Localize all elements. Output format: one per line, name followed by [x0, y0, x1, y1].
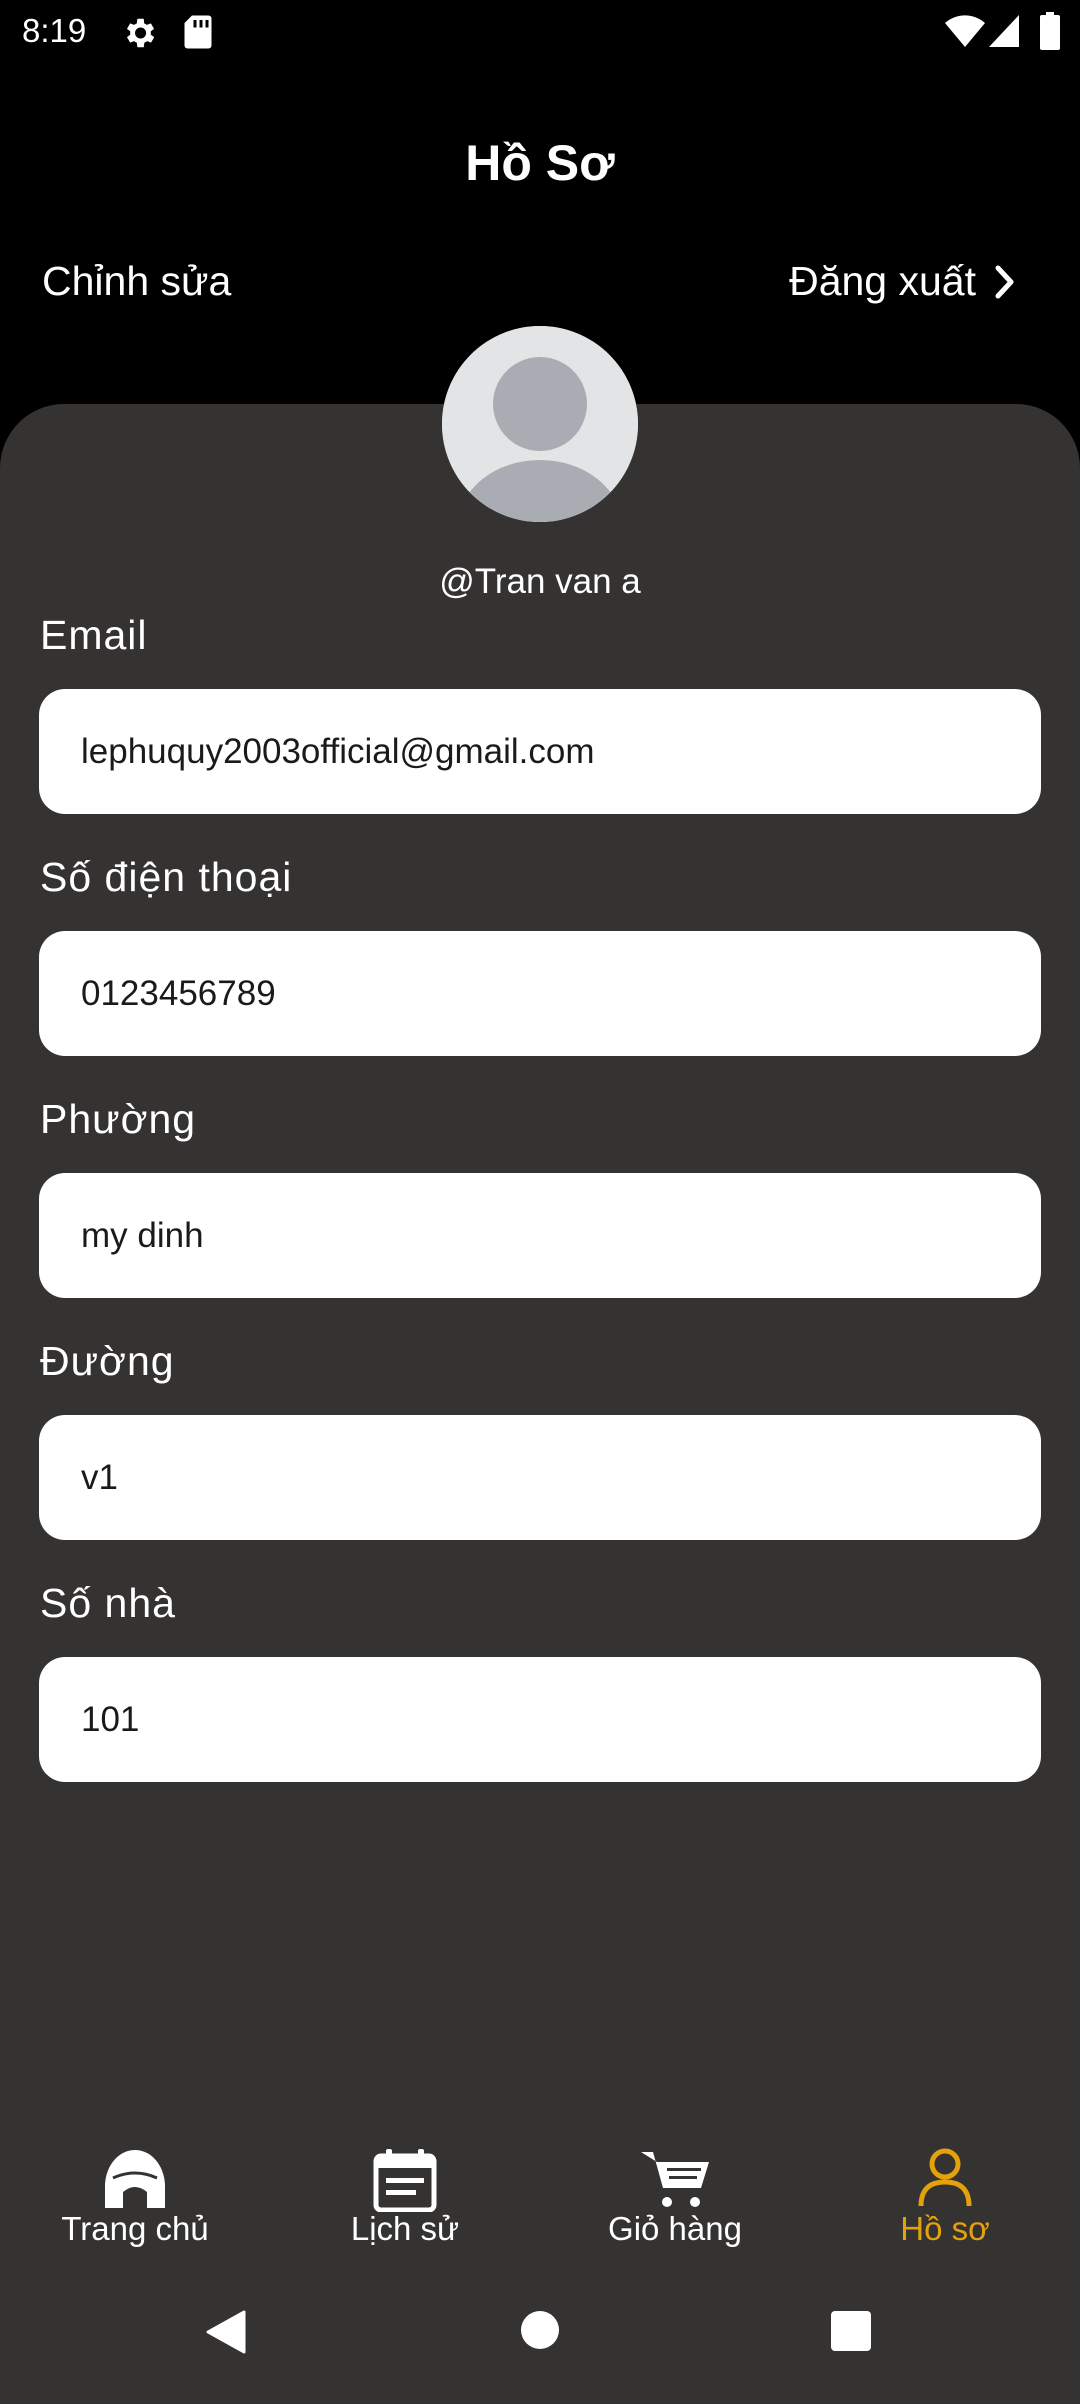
house-number-field-box: [39, 1657, 1041, 1782]
user-icon: [918, 2148, 972, 2207]
wifi-icon: [945, 15, 985, 48]
ward-field[interactable]: [81, 1215, 1041, 1256]
street-label: Đường: [40, 1338, 175, 1384]
ward-label: Phường: [40, 1096, 197, 1142]
phone-field-box: [39, 931, 1041, 1056]
nav-label-profile: Hồ sơ: [900, 2210, 990, 2247]
chevron-right-icon: [995, 265, 1014, 298]
username: @Tran van a: [439, 562, 641, 601]
nav-label-home: Trang chủ: [61, 2210, 209, 2247]
edit-profile-button[interactable]: Chỉnh sửa: [42, 258, 231, 305]
phone-label: Số điện thoại: [40, 854, 293, 900]
phone-field[interactable]: [81, 973, 1041, 1014]
home-icon: [105, 2150, 165, 2208]
logout-button[interactable]: Đăng xuất: [789, 258, 1016, 305]
nav-item-history[interactable]: Lịch sử: [270, 2094, 540, 2264]
nav-item-cart[interactable]: Giỏ hàng: [540, 2094, 810, 2264]
page-title: Hồ Sơ: [465, 135, 615, 191]
nav-item-profile[interactable]: Hồ sơ: [810, 2094, 1080, 2264]
battery-icon: [1040, 12, 1060, 50]
ward-field-box: [39, 1173, 1041, 1298]
recents-icon[interactable]: [830, 2310, 872, 2352]
nav-item-home[interactable]: Trang chủ: [0, 2094, 270, 2264]
sd-card-icon: [184, 15, 212, 49]
back-icon[interactable]: [204, 2310, 246, 2354]
email-field[interactable]: [81, 731, 1041, 772]
gear-icon: [126, 18, 155, 48]
street-field[interactable]: [81, 1457, 1041, 1498]
street-field-box: [39, 1415, 1041, 1540]
email-field-box: [39, 689, 1041, 814]
bottom-nav: Trang chủ Lịch sử Giỏ hàng Hồ sơ: [0, 2094, 1080, 2264]
user-placeholder-icon: [442, 326, 638, 522]
system-nav-bar: [0, 2264, 1080, 2400]
nav-label-cart: Giỏ hàng: [608, 2210, 742, 2247]
house-number-field[interactable]: [81, 1699, 1041, 1740]
status-time: 8:19: [22, 12, 87, 49]
avatar[interactable]: [442, 326, 638, 522]
logout-label: Đăng xuất: [789, 258, 976, 304]
home-button-icon[interactable]: [520, 2310, 560, 2350]
email-label: Email: [40, 612, 148, 658]
signal-icon: [989, 15, 1019, 47]
cart-icon: [641, 2152, 709, 2207]
calendar-icon: [373, 2149, 437, 2212]
house-number-label: Số nhà: [40, 1580, 176, 1626]
nav-label-history: Lịch sử: [350, 2210, 460, 2247]
status-bar: 8:19: [0, 0, 1080, 62]
